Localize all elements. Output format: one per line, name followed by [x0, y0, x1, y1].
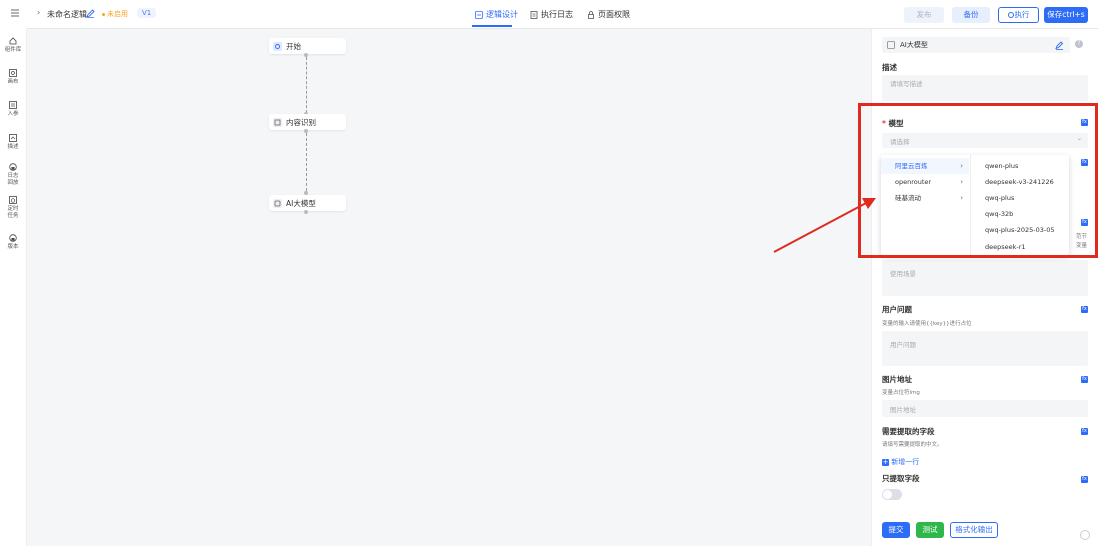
app-name: 未命名逻辑: [47, 10, 87, 19]
submit-button[interactable]: 提交: [882, 522, 910, 538]
canvas-icon: [9, 69, 17, 77]
doc-icon: [530, 10, 538, 19]
desc-label: 描述: [882, 63, 897, 72]
scan-icon: [273, 117, 282, 127]
rail-item-canvas[interactable]: 画布: [0, 69, 26, 86]
rail-label: 版本: [7, 244, 19, 250]
node-label: 开始: [286, 41, 301, 51]
edit-name-icon[interactable]: [86, 9, 95, 20]
variable-icon[interactable]: fx: [1081, 376, 1088, 383]
rail-item-log-replay[interactable]: 日志回放: [0, 163, 26, 187]
node-name-field[interactable]: AI大模型: [882, 37, 1070, 53]
annotation-arrow: [773, 198, 876, 253]
bottom-help-icon[interactable]: [1080, 530, 1090, 540]
active-tab-underline: [472, 25, 512, 27]
question-label: 用户问题: [882, 305, 912, 314]
top-header: › 未命名逻辑 未启用 V1 逻辑设计 执行日志 页面权限 发布 备份 执行 保…: [0, 0, 1098, 29]
tab-exec-log[interactable]: 执行日志: [530, 9, 573, 20]
status-text: 未启用: [107, 10, 128, 18]
input-icon: [9, 101, 17, 109]
status-dot: [102, 12, 105, 16]
rail-item-desc[interactable]: 描述: [0, 134, 26, 151]
play-icon: [1007, 12, 1014, 18]
rail-label: 日志回放: [7, 173, 19, 186]
left-rail: 组件库 画布 入参 描述 日志回放 定时任务 版本: [0, 28, 27, 546]
ai-icon: [273, 198, 282, 208]
variable-icon[interactable]: fx: [1081, 428, 1088, 435]
chevron-right-icon: ›: [37, 8, 41, 17]
rail-label: 组件库: [4, 47, 22, 53]
version-badge: V1: [137, 8, 157, 18]
log-icon: [9, 163, 17, 171]
home-icon: [9, 37, 17, 45]
rail-item-version[interactable]: 版本: [0, 234, 26, 251]
only-fields-label: 只提取字段: [882, 474, 920, 483]
node-label: AI大模型: [286, 198, 316, 208]
flow-canvas[interactable]: 开始 内容识别 AI大模型: [27, 29, 870, 546]
variable-icon[interactable]: fx: [1081, 306, 1088, 313]
rail-label: 入参: [7, 111, 19, 117]
flow-node-start[interactable]: 开始: [269, 38, 346, 54]
fields-label: 需要提取的字段: [882, 427, 935, 436]
scene-textarea[interactable]: 使用场景: [882, 260, 1088, 296]
lock-icon: [588, 10, 594, 19]
add-row-button[interactable]: + 新增一行: [882, 457, 919, 467]
rail-label: 画布: [7, 79, 19, 85]
save-button[interactable]: 保存ctrl+s: [1044, 7, 1088, 23]
desc-icon: [9, 134, 17, 142]
image-hint: 变量占位符img: [882, 390, 920, 396]
node-port[interactable]: [304, 210, 308, 214]
test-button[interactable]: 测试: [916, 522, 944, 538]
variable-icon[interactable]: fx: [1081, 476, 1088, 483]
image-label: 图片地址: [882, 375, 912, 384]
flow-edge: [306, 133, 307, 191]
flow-edge: [306, 57, 307, 113]
question-textarea[interactable]: 用户问题: [882, 331, 1088, 366]
edit-icon[interactable]: [1055, 41, 1064, 50]
question-hint: 变量的输入请使用{{key}}进行占位: [882, 321, 972, 327]
desc-textarea[interactable]: 请填写描述: [882, 75, 1088, 101]
run-button[interactable]: 执行: [998, 7, 1039, 23]
run-label: 执行: [1014, 10, 1030, 19]
rail-label: 定时任务: [7, 206, 19, 219]
node-name-value: AI大模型: [900, 41, 928, 49]
node-label: 内容识别: [286, 117, 316, 127]
format-output-button[interactable]: 格式化输出: [950, 522, 998, 538]
design-icon: [475, 10, 483, 19]
rail-item-components[interactable]: 组件库: [0, 37, 26, 54]
tab-page-permission[interactable]: 页面权限: [587, 9, 630, 20]
status-badge: 未启用: [102, 9, 128, 19]
plus-icon: +: [882, 457, 889, 466]
rail-label: 描述: [7, 144, 19, 150]
gear-icon: [273, 41, 282, 51]
backup-button[interactable]: 备份: [952, 7, 990, 23]
flow-node-content-recognition[interactable]: 内容识别: [269, 114, 346, 130]
menu-icon[interactable]: [10, 8, 20, 18]
rail-item-schedule[interactable]: 定时任务: [0, 196, 26, 220]
toggle-knob: [883, 490, 892, 499]
node-type-icon: [887, 41, 895, 49]
tab-label: 逻辑设计: [486, 10, 518, 19]
version-icon: [9, 234, 17, 242]
fields-hint: 请填写需要提取的中文。: [882, 442, 943, 448]
help-icon[interactable]: ?: [1075, 40, 1083, 48]
only-fields-toggle[interactable]: [882, 489, 902, 500]
add-row-label: 新增一行: [891, 458, 920, 466]
tab-logic-design[interactable]: 逻辑设计: [475, 9, 518, 20]
tab-label: 页面权限: [598, 10, 630, 19]
tab-label: 执行日志: [541, 10, 573, 19]
rail-item-input[interactable]: 入参: [0, 101, 26, 118]
publish-button[interactable]: 发布: [904, 7, 944, 23]
highlight-box: [858, 103, 1098, 258]
image-input[interactable]: 图片地址: [882, 400, 1088, 417]
flow-node-ai-model[interactable]: AI大模型: [269, 195, 346, 211]
schedule-icon: [9, 196, 17, 204]
